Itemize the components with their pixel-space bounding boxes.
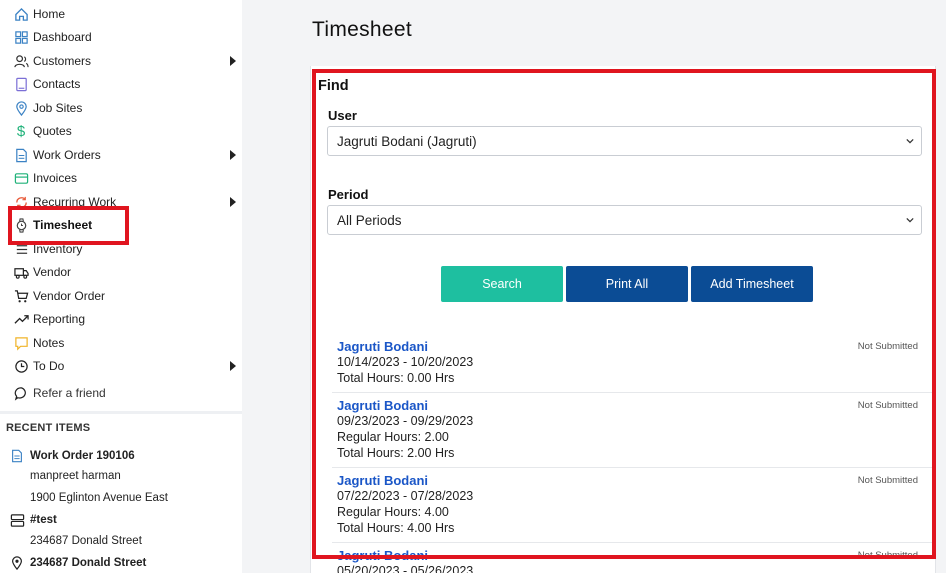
document-icon [12, 146, 30, 164]
recent-item-title: #test [30, 514, 57, 526]
sidebar-item-label: Contacts [33, 77, 81, 91]
status-badge: Not Submitted [857, 341, 918, 352]
sidebar-item-label: Customers [33, 54, 92, 68]
sidebar-item-label: Dashboard [33, 30, 92, 44]
recent-item[interactable]: #test [8, 511, 57, 529]
sidebar-item-reporting[interactable]: Reporting [12, 309, 242, 329]
add-timesheet-button[interactable]: Add Timesheet [691, 266, 813, 302]
sidebar-item-label: Home [33, 7, 66, 21]
print-all-button[interactable]: Print All [566, 266, 688, 302]
chevron-down-icon [906, 217, 914, 223]
document-icon [8, 447, 26, 465]
chevron-right-icon[interactable] [230, 197, 236, 207]
server-icon [8, 511, 26, 529]
timesheet-total-hours: Total Hours: 4.00 Hrs [337, 521, 455, 535]
user-select-value: Jagruti Bodani (Jagruti) [337, 133, 477, 149]
sidebar: Home Dashboard Customers Contacts Job Si… [0, 0, 242, 573]
truck-icon [12, 263, 30, 281]
sidebar-item-label: Refer a friend [33, 386, 106, 400]
timesheet-regular-hours: Regular Hours: 4.00 [337, 505, 449, 519]
timesheet-total-hours: Total Hours: 2.00 Hrs [337, 446, 455, 460]
sidebar-item-label: Reporting [33, 312, 86, 326]
find-title: Find [318, 78, 349, 94]
status-badge: Not Submitted [857, 475, 918, 486]
sidebar-item-label: Notes [33, 336, 65, 350]
status-badge: Not Submitted [857, 550, 918, 561]
timesheet-row[interactable]: Jagruti Bodani Not Submitted 10/14/2023 … [332, 339, 932, 393]
period-label: Period [328, 187, 369, 202]
chat-icon [12, 384, 30, 402]
timesheet-row[interactable]: Jagruti Bodani Not Submitted 09/23/2023 … [332, 398, 932, 468]
contacts-icon [12, 75, 30, 93]
user-label: User [328, 108, 357, 123]
location-pin-icon [12, 99, 30, 117]
sidebar-item-label: To Do [33, 359, 65, 373]
location-pin-icon [8, 554, 26, 572]
sidebar-item-job-sites[interactable]: Job Sites [12, 98, 242, 118]
sidebar-item-todo[interactable]: To Do [12, 356, 242, 376]
timesheet-user-link[interactable]: Jagruti Bodani [337, 473, 428, 488]
sidebar-item-refer-a-friend[interactable]: Refer a friend [12, 383, 242, 403]
user-select[interactable]: Jagruti Bodani (Jagruti) [327, 126, 922, 156]
period-select[interactable]: All Periods [327, 205, 922, 235]
sidebar-item-label: Work Orders [33, 148, 101, 162]
recent-item-customer: manpreet harman [30, 470, 121, 482]
sidebar-item-contacts[interactable]: Contacts [12, 74, 242, 94]
sidebar-item-notes[interactable]: Notes [12, 333, 242, 353]
recent-item[interactable]: Work Order 190106 [8, 447, 135, 465]
timesheet-row[interactable]: Jagruti Bodani Not Submitted 07/22/2023 … [332, 473, 932, 543]
trend-icon [12, 310, 30, 328]
timesheet-user-link[interactable]: Jagruti Bodani [337, 548, 428, 563]
cart-icon [12, 287, 30, 305]
recent-item-title: Work Order 190106 [30, 450, 135, 462]
recent-items-title: RECENT ITEMS [6, 422, 91, 434]
chevron-down-icon [906, 138, 914, 144]
timesheet-date-range: 09/23/2023 - 09/29/2023 [337, 414, 474, 428]
sidebar-item-quotes[interactable]: $ Quotes [12, 121, 242, 141]
timesheet-user-link[interactable]: Jagruti Bodani [337, 398, 428, 413]
chevron-right-icon[interactable] [230, 361, 236, 371]
sidebar-item-label: Job Sites [33, 101, 83, 115]
timesheet-total-hours: Total Hours: 0.00 Hrs [337, 371, 455, 385]
period-select-value: All Periods [337, 212, 402, 228]
timesheet-date-range: 07/22/2023 - 07/28/2023 [337, 489, 474, 503]
sidebar-item-dashboard[interactable]: Dashboard [12, 27, 242, 47]
dollar-icon: $ [16, 122, 26, 140]
sidebar-item-label: Quotes [33, 124, 72, 138]
sidebar-item-work-orders[interactable]: Work Orders [12, 145, 242, 165]
sidebar-item-label: Invoices [33, 171, 78, 185]
sidebar-item-customers[interactable]: Customers [12, 51, 242, 71]
recent-item-title: 234687 Donald Street [30, 557, 147, 569]
card-icon [12, 169, 30, 187]
customers-icon [12, 52, 30, 70]
timesheet-highlight-box [8, 206, 129, 245]
sidebar-item-vendor[interactable]: Vendor [12, 262, 242, 282]
recent-item-address: 234687 Donald Street [30, 535, 142, 547]
note-icon [12, 334, 30, 352]
page-title: Timesheet [312, 18, 412, 41]
timesheet-regular-hours: Regular Hours: 2.00 [337, 430, 449, 444]
sidebar-item-label: Vendor Order [33, 289, 106, 303]
chevron-right-icon[interactable] [230, 150, 236, 160]
sidebar-item-home[interactable]: Home [12, 4, 242, 24]
timesheet-date-range: 05/20/2023 - 05/26/2023 [337, 564, 474, 573]
status-badge: Not Submitted [857, 400, 918, 411]
search-button[interactable]: Search [441, 266, 563, 302]
timesheet-user-link[interactable]: Jagruti Bodani [337, 339, 428, 354]
sidebar-item-vendor-order[interactable]: Vendor Order [12, 286, 242, 306]
chevron-right-icon[interactable] [230, 56, 236, 66]
sidebar-item-label: Vendor [33, 265, 72, 279]
home-icon [12, 5, 30, 23]
recent-item[interactable]: 234687 Donald Street [8, 554, 146, 572]
recent-item-address: 1900 Eglinton Avenue East [30, 492, 168, 504]
timesheet-row[interactable]: Jagruti Bodani Not Submitted 05/20/2023 … [332, 548, 932, 573]
timesheet-date-range: 10/14/2023 - 10/20/2023 [337, 355, 474, 369]
dashboard-icon [12, 28, 30, 46]
sidebar-item-invoices[interactable]: Invoices [12, 168, 242, 188]
clock-icon [12, 357, 30, 375]
